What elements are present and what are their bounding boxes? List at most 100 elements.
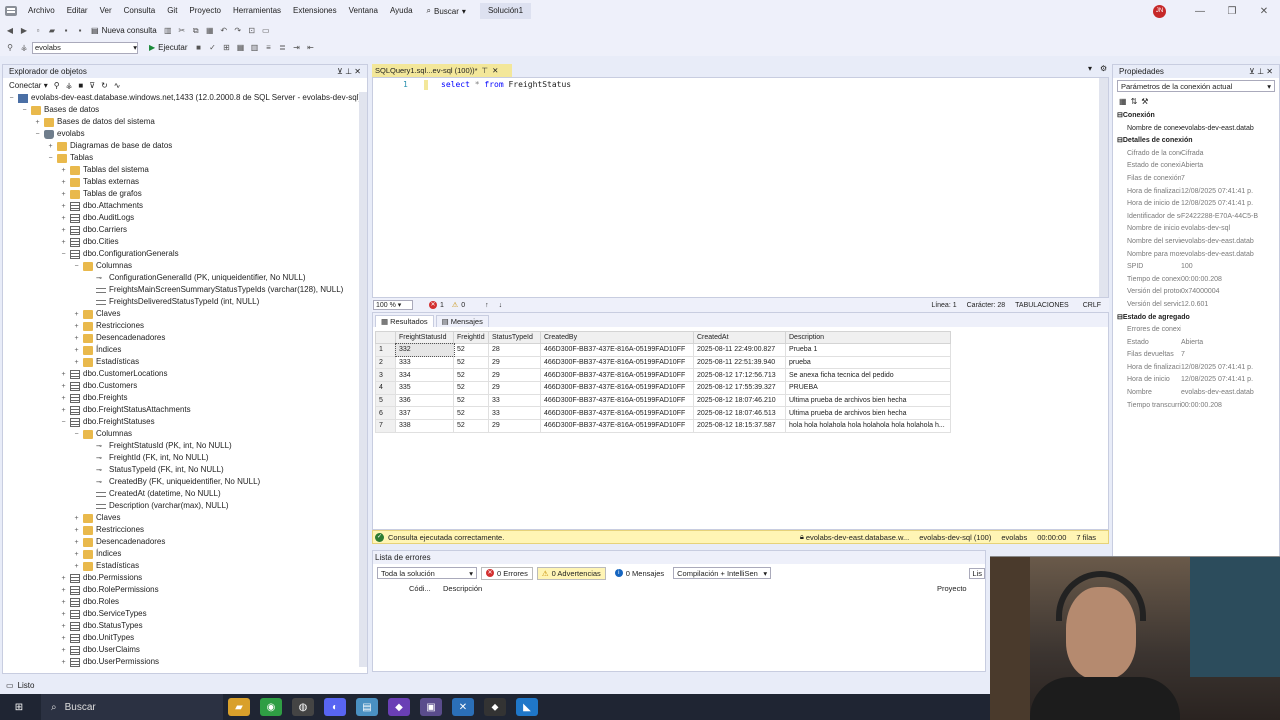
restore-icon[interactable]: ❐ bbox=[1216, 6, 1248, 17]
tree-node[interactable]: − dbo.ConfigurationGenerals bbox=[3, 248, 367, 260]
back-icon[interactable]: ◀ bbox=[4, 25, 16, 37]
tree-node[interactable]: + Índices bbox=[3, 548, 367, 560]
tree-node[interactable]: + dbo.AuditLogs bbox=[3, 212, 367, 224]
table-cell[interactable]: 2025-08-11 22:51:39.940 bbox=[693, 355, 786, 370]
new-query-button[interactable]: ▤ Nueva consulta bbox=[88, 26, 160, 35]
menu-git[interactable]: Git bbox=[161, 0, 183, 22]
property-row[interactable]: Estado de conexió Abierta bbox=[1113, 160, 1279, 173]
expand-icon[interactable]: + bbox=[72, 526, 81, 535]
tree-node[interactable]: + Índices bbox=[3, 344, 367, 356]
menu-archivo[interactable]: Archivo bbox=[22, 0, 61, 22]
properties-object-select[interactable]: Parámetros de la conexión actual ▾ bbox=[1117, 80, 1275, 92]
wrench-icon[interactable]: ⚒ bbox=[1141, 97, 1148, 106]
notepad-icon[interactable]: ▤ bbox=[356, 698, 378, 716]
table-cell[interactable]: 466D300F-BB37-437E-816A-05199FAD10FF bbox=[540, 368, 694, 383]
zoom-select[interactable]: 100 % ▾ bbox=[373, 300, 413, 310]
menu-ventana[interactable]: Ventana bbox=[343, 0, 384, 22]
avatar[interactable]: JN bbox=[1153, 4, 1166, 18]
expand-icon[interactable]: + bbox=[72, 358, 81, 367]
collapse-icon[interactable]: − bbox=[7, 94, 16, 103]
table-cell[interactable]: 466D300F-BB37-437E-816A-05199FAD10FF bbox=[540, 355, 694, 370]
property-row[interactable]: Hora de finalizació 12/08/2025 07:41:41 p… bbox=[1113, 186, 1279, 199]
table-cell[interactable]: 33 bbox=[488, 393, 541, 408]
tree-node[interactable]: − Bases de datos bbox=[3, 104, 367, 116]
table-row[interactable]: 5 336 52 33 466D300F-BB37-437E-816A-05199FAD… bbox=[375, 393, 951, 408]
expand-icon[interactable]: + bbox=[59, 634, 68, 643]
taskbar-search[interactable]: ⌕ Buscar bbox=[41, 694, 223, 720]
expand-icon[interactable]: + bbox=[59, 202, 68, 211]
expand-icon[interactable]: + bbox=[59, 574, 68, 583]
column-header[interactable]: CreatedAt bbox=[693, 331, 786, 344]
tree-node[interactable]: + Restricciones bbox=[3, 524, 367, 536]
table-cell[interactable]: 337 bbox=[395, 406, 454, 421]
filter-icon[interactable]: ⚶ bbox=[18, 42, 30, 54]
stop-icon[interactable]: ■ bbox=[193, 42, 205, 54]
warning-indicator[interactable]: ⚠ 0 bbox=[452, 301, 465, 310]
tree-node[interactable]: + Desencadenadores bbox=[3, 536, 367, 548]
tree-node[interactable]: + Tablas del sistema bbox=[3, 164, 367, 176]
github-icon[interactable]: ◍ bbox=[292, 698, 314, 716]
comment-icon[interactable]: ≣ bbox=[277, 42, 289, 54]
connect-button[interactable]: Conectar ▾ bbox=[9, 81, 48, 90]
cut-icon[interactable]: ✂ bbox=[176, 25, 188, 37]
tree-node[interactable]: + dbo.UserPermissions bbox=[3, 656, 367, 667]
expand-icon[interactable]: + bbox=[59, 382, 68, 391]
tree-node[interactable]: + dbo.Permissions bbox=[3, 572, 367, 584]
filter-icon[interactable]: ⊽ bbox=[89, 81, 95, 90]
file-explorer-icon[interactable]: ▰ bbox=[228, 698, 250, 716]
terminal-icon[interactable]: ▣ bbox=[420, 698, 442, 716]
property-row[interactable]: Filas de conexión (7 bbox=[1113, 173, 1279, 186]
tree-node[interactable]: − Columnas bbox=[3, 428, 367, 440]
table-cell[interactable]: 29 bbox=[488, 355, 541, 370]
pushpin-icon[interactable]: ⊥ bbox=[345, 67, 352, 76]
table-row[interactable]: 4 335 52 29 466D300F-BB37-437E-816A-05199FAD… bbox=[375, 381, 951, 395]
tree-node[interactable]: + Diagramas de base de datos bbox=[3, 140, 367, 152]
minimize-icon[interactable]: — bbox=[1184, 6, 1216, 17]
expand-icon[interactable]: + bbox=[33, 118, 42, 127]
property-row[interactable]: Versión del servido 12.0.601 bbox=[1113, 299, 1279, 312]
table-cell[interactable]: 336 bbox=[395, 393, 454, 408]
property-row[interactable]: Cifrado de la cone Cifrada bbox=[1113, 148, 1279, 161]
expand-icon[interactable]: + bbox=[59, 238, 68, 247]
query-text[interactable]: select * from FreightStatus bbox=[441, 80, 571, 89]
build-select[interactable]: Compilación + IntelliSen ▾ bbox=[673, 567, 772, 579]
row-number[interactable]: 6 bbox=[375, 406, 396, 421]
expand-icon[interactable]: + bbox=[59, 406, 68, 415]
tree-node[interactable]: + dbo.ServiceTypes bbox=[3, 608, 367, 620]
property-row[interactable]: Nombre de conexi evolabs-dev-east.datab bbox=[1113, 123, 1279, 136]
query-editor[interactable]: 1 select * from FreightStatus bbox=[372, 77, 1109, 298]
column-header[interactable]: FreightId bbox=[453, 331, 489, 344]
expand-icon[interactable]: + bbox=[72, 322, 81, 331]
activity-icon[interactable]: ∿ bbox=[114, 81, 121, 90]
table-cell[interactable]: prueba bbox=[785, 355, 951, 370]
table-cell[interactable]: Prueba 1 bbox=[785, 343, 951, 357]
column-header[interactable]: Description bbox=[785, 331, 951, 344]
tree-node[interactable]: FreightsMainScreenSummaryStatusTypeIds (… bbox=[3, 284, 367, 296]
expand-icon[interactable]: + bbox=[59, 646, 68, 655]
table-cell[interactable]: 333 bbox=[395, 355, 454, 370]
menu-extensiones[interactable]: Extensiones bbox=[287, 0, 343, 22]
expand-icon[interactable]: + bbox=[59, 658, 68, 667]
table-cell[interactable]: 33 bbox=[488, 406, 541, 421]
tree-node[interactable]: + Estadísticas bbox=[3, 356, 367, 368]
column-header[interactable]: StatusTypeId bbox=[488, 331, 541, 344]
global-search[interactable]: ⌕ Buscar ▾ bbox=[419, 6, 474, 16]
table-row[interactable]: 1 332 52 28 466D300F-BB37-437E-816A-05199FAD… bbox=[375, 342, 951, 358]
settings-icon[interactable]: ⚙ bbox=[1100, 64, 1107, 73]
table-cell[interactable]: 29 bbox=[488, 419, 541, 433]
tree-node[interactable]: + Restricciones bbox=[3, 320, 367, 332]
expand-icon[interactable]: + bbox=[59, 166, 68, 175]
expand-icon[interactable]: + bbox=[72, 334, 81, 343]
property-row[interactable]: Estado Abierta bbox=[1113, 337, 1279, 350]
expand-icon[interactable]: + bbox=[59, 610, 68, 619]
tree-node[interactable]: + dbo.UnitTypes bbox=[3, 632, 367, 644]
table-cell[interactable]: 466D300F-BB37-437E-816A-05199FAD10FF bbox=[540, 343, 694, 357]
tree-node[interactable]: + Estadísticas bbox=[3, 560, 367, 572]
tree-node[interactable]: + dbo.StatusTypes bbox=[3, 620, 367, 632]
tab-results[interactable]: ▦ Resultados bbox=[375, 315, 434, 327]
tree-node[interactable]: + dbo.Carriers bbox=[3, 224, 367, 236]
collapse-icon[interactable]: − bbox=[20, 106, 29, 115]
row-number[interactable]: 7 bbox=[375, 419, 396, 433]
disconnect-icon[interactable]: ⚶ bbox=[66, 81, 73, 90]
menu-herramientas[interactable]: Herramientas bbox=[227, 0, 287, 22]
